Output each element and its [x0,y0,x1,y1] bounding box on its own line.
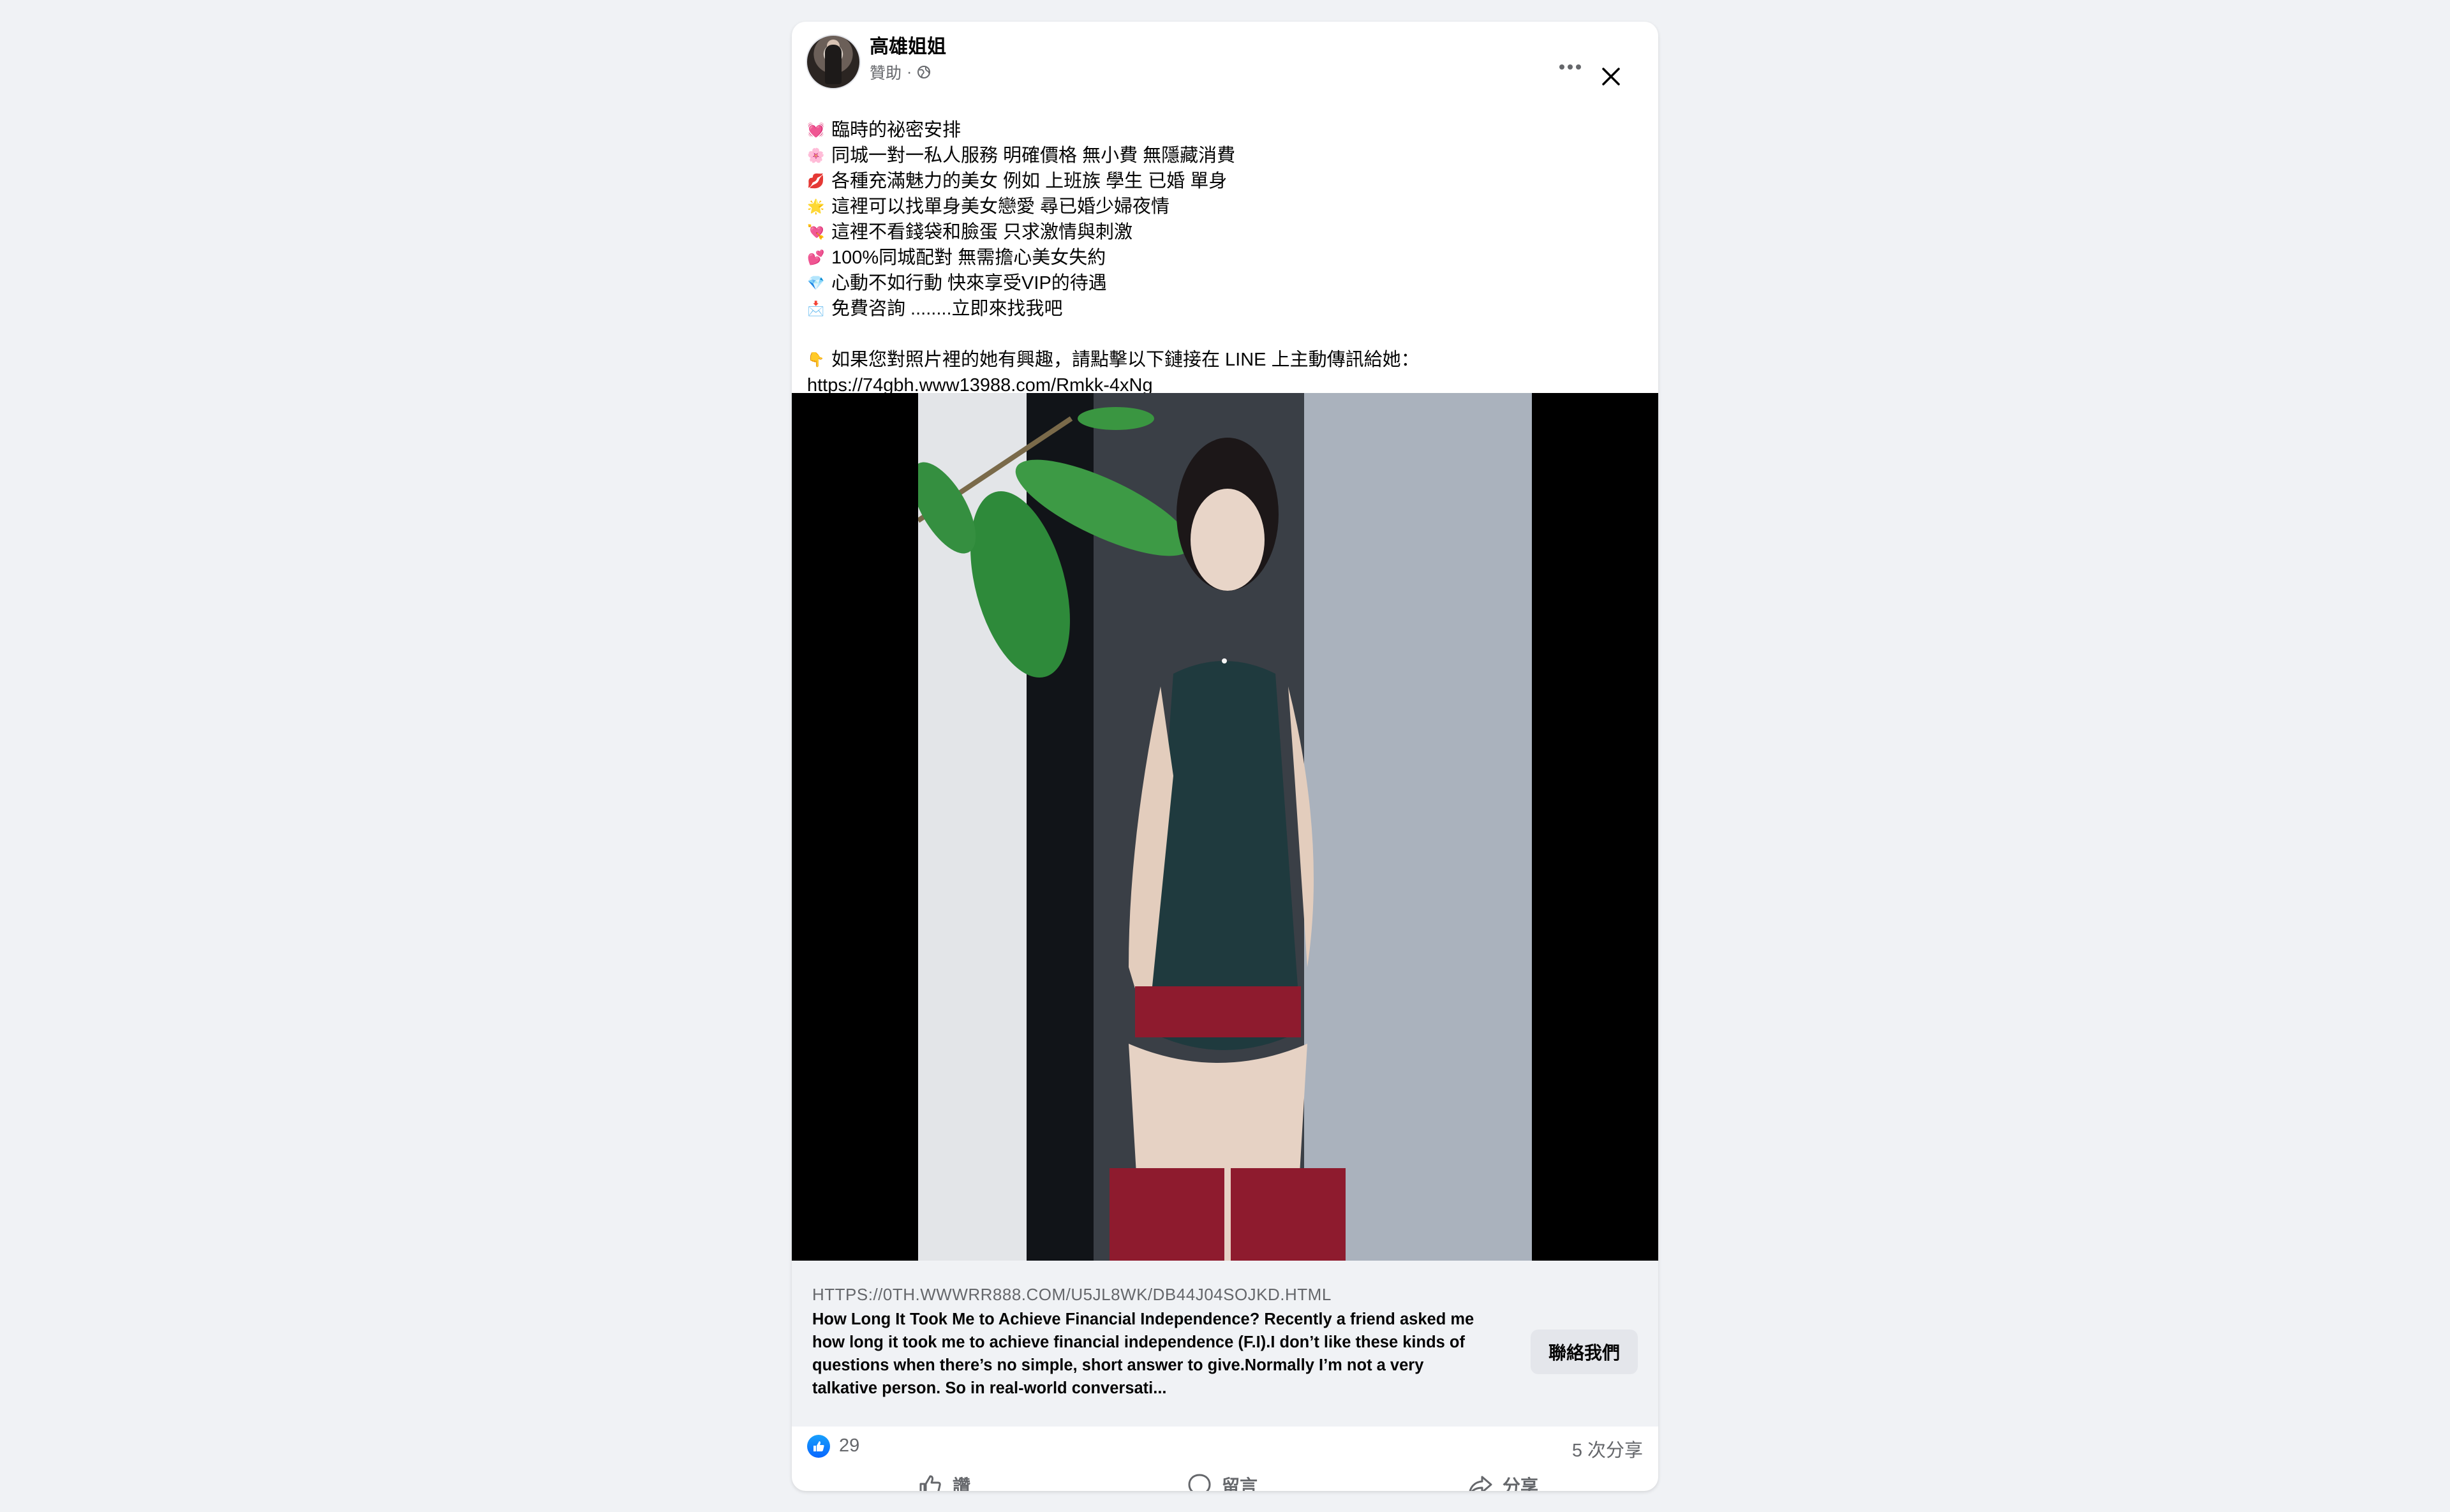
post-header: 高雄姐姐 贊助 · [792,22,1658,98]
share-button[interactable]: 分享 [1467,1465,1538,1491]
more-dots-icon [1559,64,1581,70]
like-reaction-icon[interactable] [807,1435,830,1458]
comment-label: 留言 [1222,1476,1258,1491]
star-emoji-icon: 🌟 [807,198,825,214]
reaction-count[interactable]: 29 [839,1435,859,1456]
post-line: 🌟 這裡可以找單身美女戀愛 尋已婚少婦夜情 [807,194,1643,219]
sponsored-post-card: 高雄姐姐 贊助 · 💓 臨時的祕密安排 🌸 同城一對一私人服務 明確價格 無小費… [792,22,1658,1491]
sponsored-label[interactable]: 贊助 [870,61,902,84]
heart-emoji-icon: 💓 [807,122,825,138]
post-line: 💘 這裡不看錢袋和臉蛋 只求激情與刺激 [807,219,1643,245]
globe-icon [917,65,931,79]
thumbs-up-icon [919,1475,941,1491]
close-button[interactable] [1597,63,1625,91]
cta-line: 👇 如果您對照片裡的她有興趣，請點擊以下鏈接在 LINE 上主動傳訊給她： [807,347,1643,373]
envelope-emoji-icon: 📩 [807,300,825,316]
link-domain: HTTPS://0TH.WWWRR888.COM/U5JL8WK/DB44J04… [812,1285,1332,1304]
post-line: 💕 100%同城配對 無需擔心美女失約 [807,245,1643,271]
more-options-button[interactable] [1554,56,1586,78]
page-name[interactable]: 高雄姐姐 [870,34,946,60]
post-line: 📩 免費咨詢 ........立即來找我吧 [807,296,1643,322]
gem-emoji-icon: 💎 [807,275,825,291]
post-line: 🌸 同城一對一私人服務 明確價格 無小費 無隱藏消費 [807,143,1643,168]
post-meta: 贊助 · [870,61,931,83]
lips-emoji-icon: 💋 [807,173,825,189]
post-line: 💓 臨時的祕密安排 [807,117,1643,143]
two-hearts-emoji-icon: 💕 [807,249,825,265]
post-image[interactable] [792,393,1658,1261]
blossom-emoji-icon: 🌸 [807,147,825,163]
action-bar: 讚 留言 分享 [792,1465,1658,1491]
link-description: How Long It Took Me to Achieve Financial… [812,1310,1474,1397]
close-icon [1602,68,1620,85]
comment-button[interactable]: 留言 [1186,1465,1258,1491]
pointing-down-emoji-icon: 👇 [807,352,825,367]
post-line: 💎 心動不如行動 快來享受VIP的待遇 [807,271,1643,296]
post-body-text: 💓 臨時的祕密安排 🌸 同城一對一私人服務 明確價格 無小費 無隱藏消費 💋 各種充滿… [807,117,1643,398]
heart-arrow-emoji-icon: 💘 [807,224,825,240]
share-label: 分享 [1503,1476,1539,1491]
page-avatar[interactable] [806,34,861,89]
share-count[interactable]: 5 次分享 [1572,1435,1643,1462]
link-preview[interactable]: HTTPS://0TH.WWWRR888.COM/U5JL8WK/DB44J04… [792,1261,1658,1427]
contact-us-button[interactable]: 聯絡我們 [1531,1330,1638,1374]
like-label: 讚 [953,1476,971,1491]
post-photo [918,393,1532,1261]
post-line: 💋 各種充滿魅力的美女 例如 上班族 學生 已婚 單身 [807,168,1643,194]
like-button[interactable]: 讚 [917,1465,970,1491]
share-arrow-icon [1469,1476,1492,1491]
comment-bubble-icon [1188,1474,1211,1491]
meta-separator: · [907,63,912,81]
